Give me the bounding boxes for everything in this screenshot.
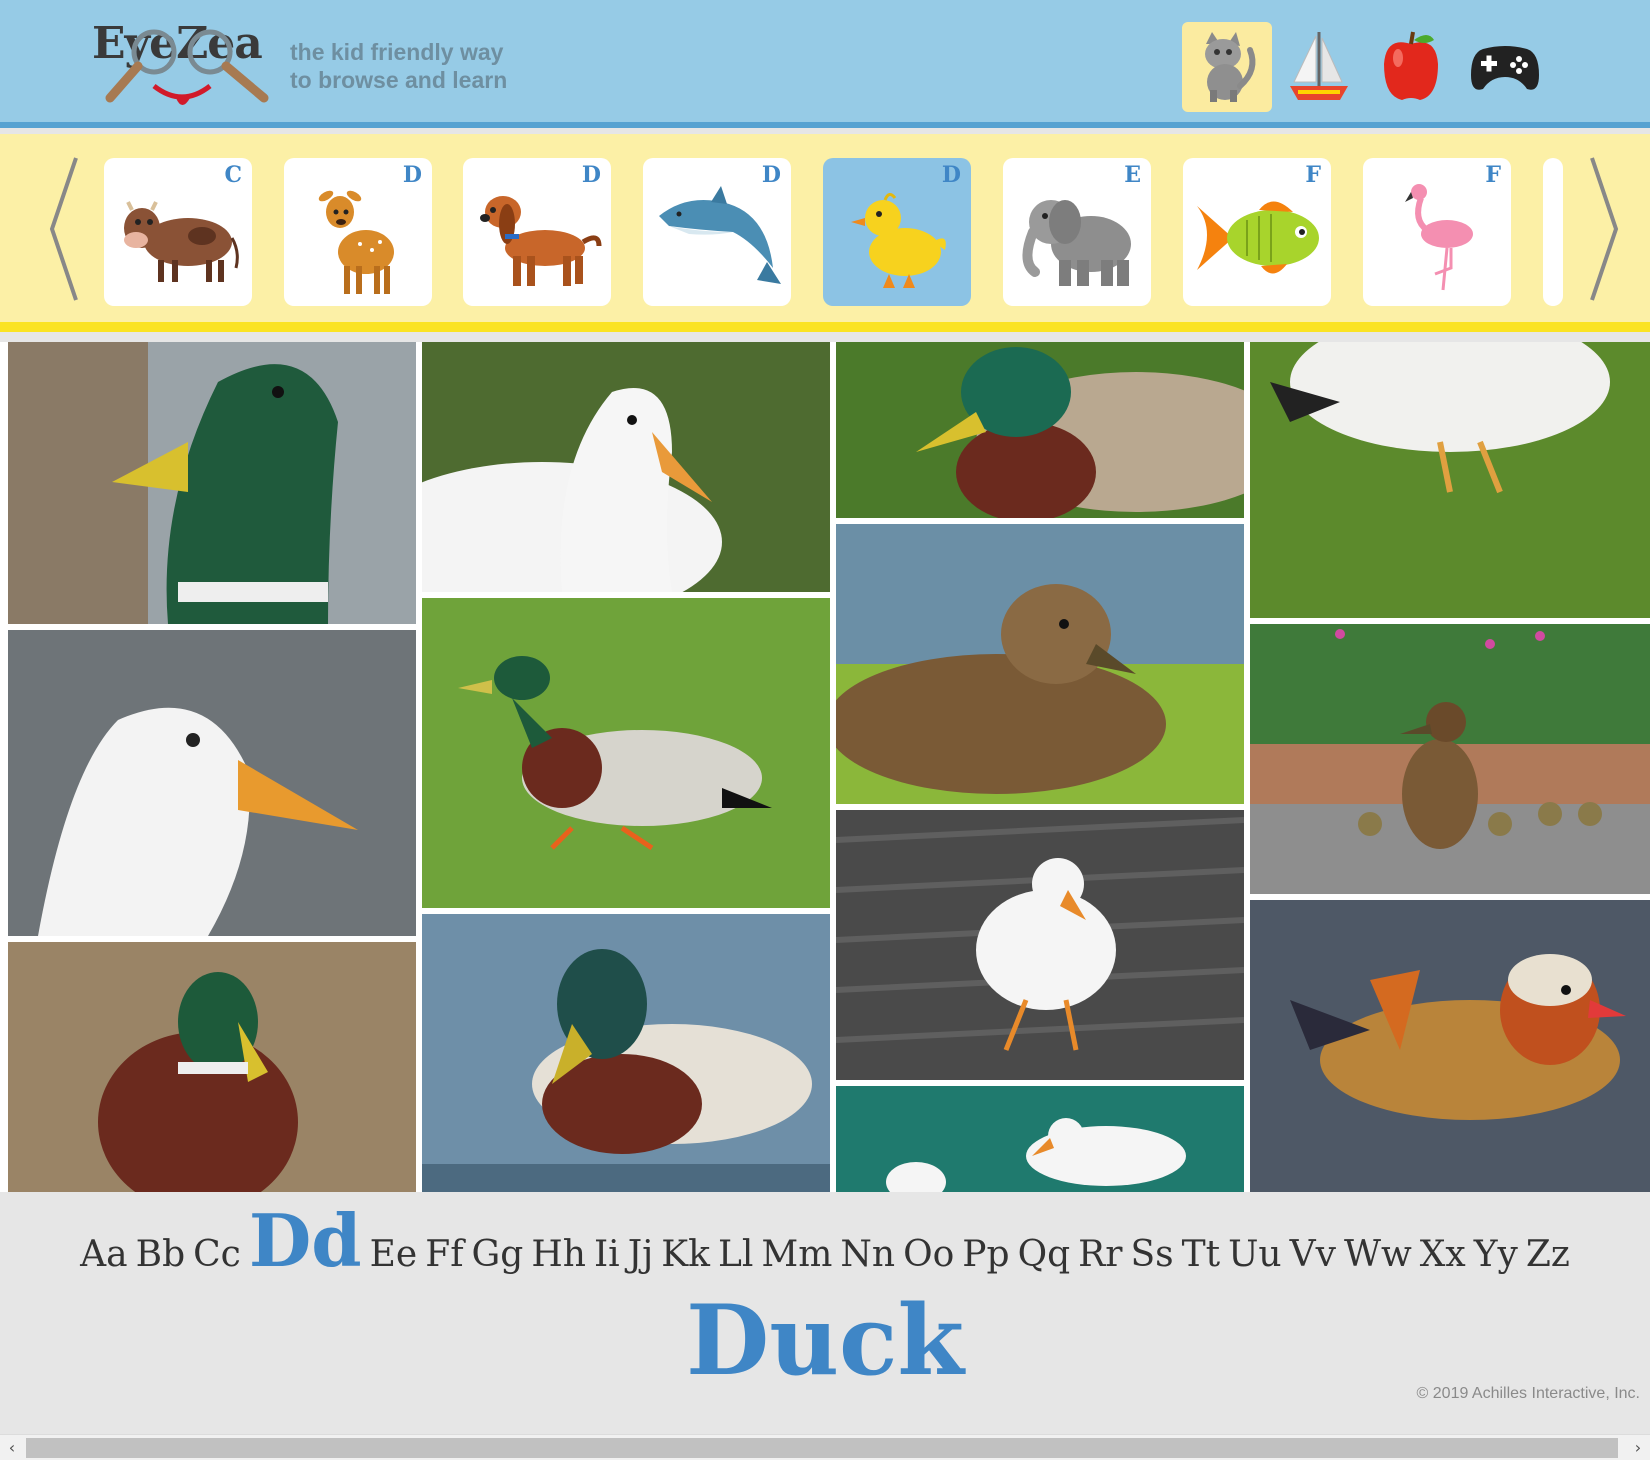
chevron-left-icon [49, 157, 78, 301]
carousel-card-duck[interactable]: D [823, 158, 971, 306]
photo-mallard-swimming[interactable] [422, 914, 830, 1192]
photo-mallard-head[interactable] [8, 342, 416, 624]
carousel-card-dog[interactable]: D [463, 158, 611, 306]
photo-white-duck-grass[interactable] [422, 342, 830, 592]
alphabet-letter-r[interactable]: Rr [1078, 1234, 1122, 1275]
alphabet-letter-e[interactable]: Ee [370, 1234, 418, 1275]
alphabet-letter-z[interactable]: Zz [1526, 1234, 1570, 1275]
carousel-prev-button[interactable] [44, 154, 84, 304]
alphabet-letter-b[interactable]: Bb [136, 1234, 186, 1275]
chevron-right-icon [1590, 157, 1619, 301]
photo-white-duck-on-lawn[interactable] [1250, 342, 1650, 618]
alphabet-letter-y[interactable]: Yy [1474, 1234, 1518, 1275]
deer-icon [318, 190, 394, 294]
animal-carousel: C D D D D E F F [0, 134, 1650, 332]
alphabet-letter-k[interactable]: Kk [661, 1234, 710, 1275]
alphabet-letter-n[interactable]: Nn [840, 1234, 895, 1275]
alphabet-letter-o[interactable]: Oo [903, 1234, 954, 1275]
photo-mallard-in-grass[interactable] [836, 342, 1244, 518]
eyezea-logo[interactable]: EyeZea [92, 16, 282, 116]
alphabet-letter-x[interactable]: Xx [1420, 1234, 1466, 1275]
photo-white-duck-on-deck[interactable] [836, 810, 1244, 1080]
app-root: EyeZea the kid friendly way to browse an… [0, 0, 1650, 1460]
alphabet-letter-c[interactable]: Cc [193, 1234, 241, 1275]
nav-vehicles[interactable] [1274, 22, 1364, 112]
cow-icon [124, 201, 239, 282]
photo-mallard-walking[interactable] [422, 598, 830, 908]
photo-white-ducks-water[interactable] [836, 1086, 1244, 1192]
duck-icon [851, 193, 946, 288]
cat-icon [1205, 32, 1256, 102]
magnifier-icon [105, 29, 269, 105]
flamingo-icon [1405, 184, 1473, 291]
alphabet-letter-q[interactable]: Qq [1018, 1234, 1071, 1275]
alphabet-letter-v[interactable]: Vv [1290, 1234, 1336, 1275]
apple-icon [1384, 31, 1438, 100]
carousel-card-flamingo[interactable]: F [1363, 158, 1511, 306]
alphabet-letter-u[interactable]: Uu [1228, 1234, 1282, 1275]
photo-female-mallard[interactable] [836, 524, 1244, 804]
dog-icon [480, 196, 602, 286]
scroll-right-arrow-icon[interactable]: › [1626, 1435, 1650, 1460]
gamepad-icon [1471, 46, 1539, 90]
dolphin-icon [659, 186, 781, 284]
alphabet-letter-l[interactable]: Ll [718, 1234, 753, 1275]
carousel-card-deer[interactable]: D [284, 158, 432, 306]
alphabet-letter-h[interactable]: Hh [531, 1234, 586, 1275]
scrollbar-thumb[interactable] [26, 1438, 1618, 1458]
alphabet-letter-j[interactable]: Jj [628, 1234, 654, 1275]
alphabet-letter-p[interactable]: Pp [962, 1234, 1009, 1275]
alphabet-letter-a[interactable]: Aa [80, 1234, 127, 1275]
scroll-left-arrow-icon[interactable]: ‹ [0, 1435, 24, 1460]
alphabet-letter-w[interactable]: Ww [1344, 1234, 1412, 1275]
photo-gallery [0, 342, 1650, 1192]
carousel-card-dolphin[interactable]: D [643, 158, 791, 306]
alphabet-letter-f[interactable]: Ff [425, 1234, 463, 1275]
nav-food[interactable] [1366, 22, 1456, 112]
alphabet-letter-i[interactable]: Ii [594, 1234, 620, 1275]
alphabet-letter-t[interactable]: Tt [1182, 1234, 1220, 1275]
carousel-card-fish[interactable]: F [1183, 158, 1331, 306]
carousel-next-button[interactable] [1584, 154, 1624, 304]
alphabet-letter-s[interactable]: Ss [1130, 1234, 1173, 1275]
photo-white-duck-portrait[interactable] [8, 630, 416, 936]
tagline: the kid friendly way to browse and learn [290, 39, 508, 93]
fish-icon [1197, 201, 1319, 274]
sailboat-icon [1290, 32, 1348, 100]
photo-mandarin-duck[interactable] [1250, 900, 1650, 1192]
alphabet-letter-d[interactable]: Dd [249, 1198, 362, 1283]
current-word: Duck [685, 1284, 964, 1397]
horizontal-scrollbar[interactable]: ‹ › [0, 1434, 1650, 1460]
alphabet-letter-g[interactable]: Gg [472, 1234, 524, 1275]
nav-animals[interactable] [1182, 22, 1272, 112]
alphabet-letter-m[interactable]: Mm [761, 1234, 832, 1275]
alphabet-bar: Aa Bb Cc Dd Ee Ff Gg Hh Ii Jj Kk Ll Mm Nn Oo Pp Qq Rr Ss Tt… [0, 1198, 1650, 1283]
photo-duck-with-ducklings[interactable] [1250, 624, 1650, 894]
copyright: © 2019 Achilles Interactive, Inc. [1416, 1385, 1640, 1402]
elephant-icon [1022, 200, 1131, 286]
nav-games[interactable] [1460, 22, 1550, 112]
carousel-card-cow[interactable]: C [104, 158, 252, 306]
site-header: EyeZea the kid friendly way to browse an… [0, 0, 1650, 128]
carousel-card-elephant[interactable]: E [1003, 158, 1151, 306]
photo-mallard-sitting[interactable] [8, 942, 416, 1192]
carousel-card-partial[interactable] [1543, 158, 1563, 306]
